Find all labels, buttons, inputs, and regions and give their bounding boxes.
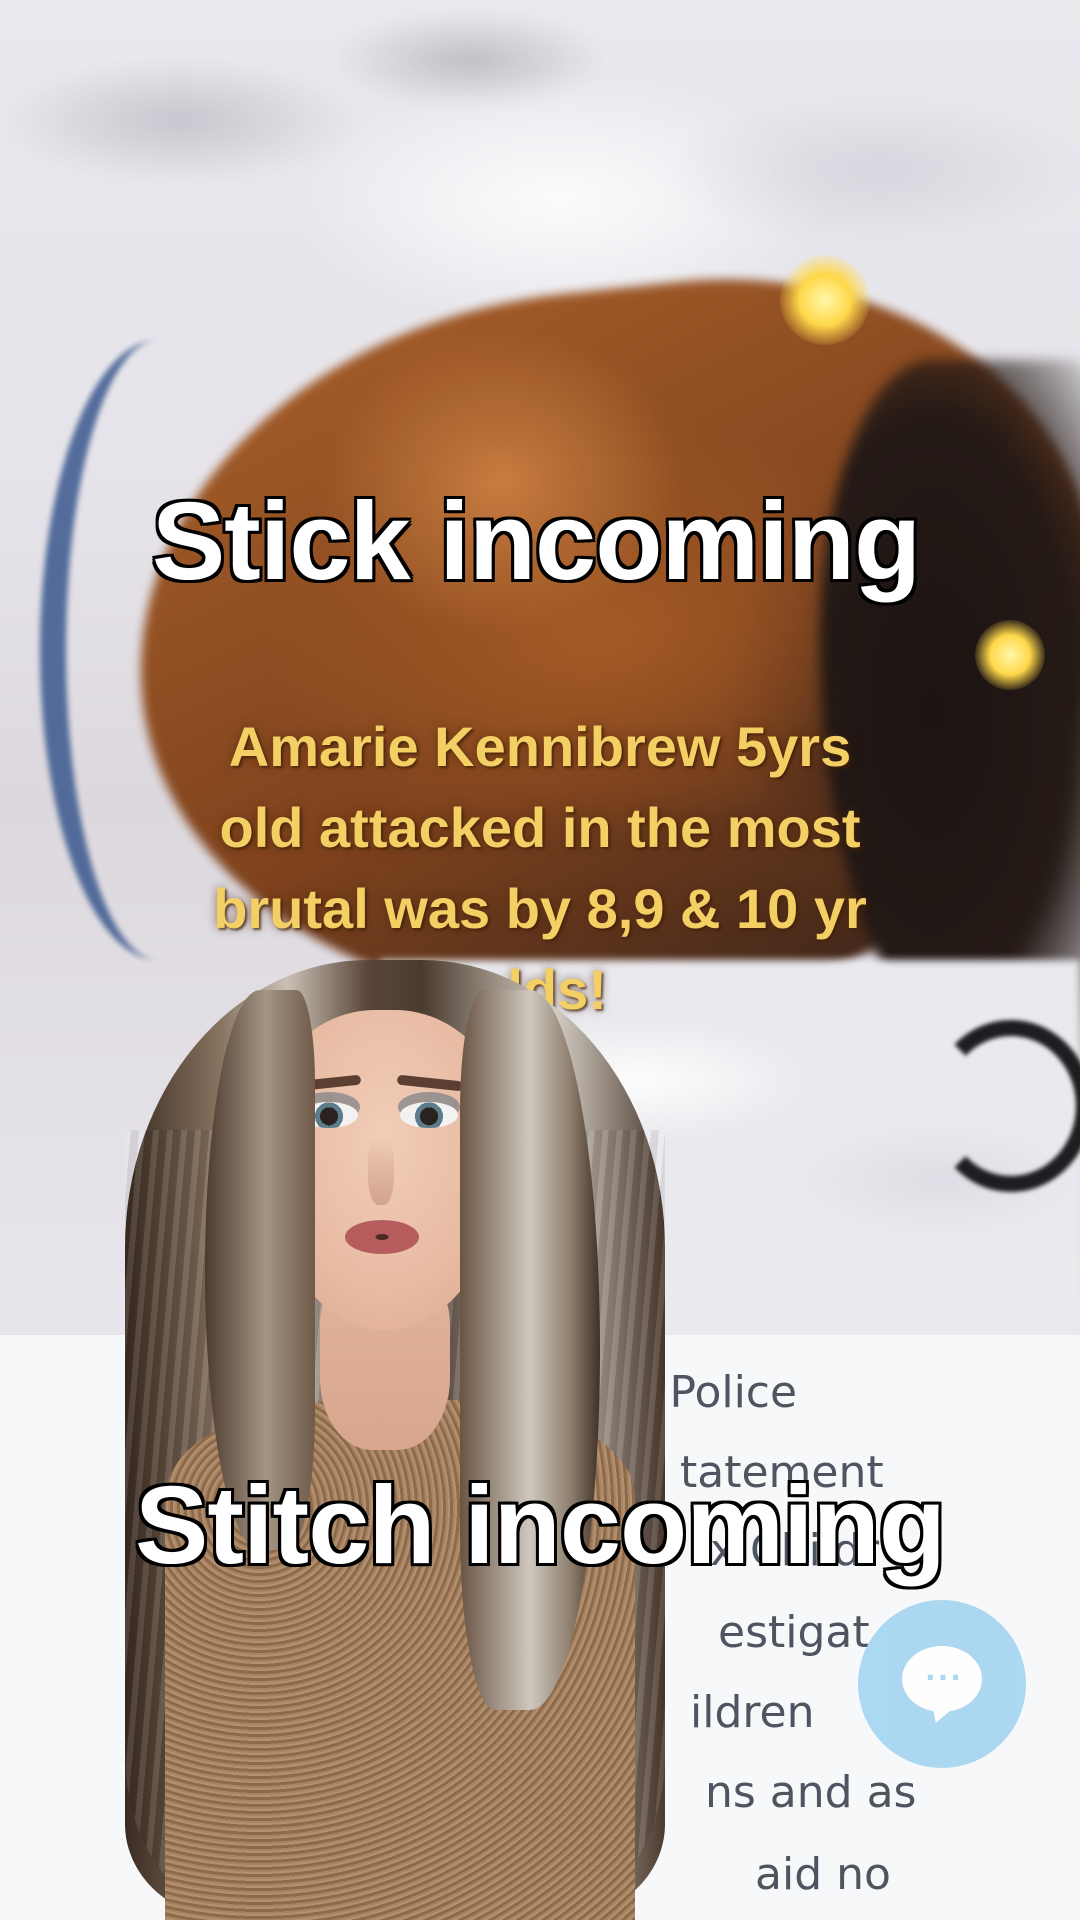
- chat-dots: ···: [925, 1661, 963, 1694]
- hospital-blanket: [0, 0, 1080, 300]
- presenter-eye: [400, 1102, 458, 1128]
- presenter-nose: [368, 1135, 394, 1205]
- light-flare: [780, 255, 870, 345]
- article-text-line: aid no: [755, 1849, 891, 1900]
- caption-bottom: Stitch incoming: [135, 1464, 946, 1587]
- stitch-video-screen: Amarie Kennibrew 5yrs old attacked in th…: [0, 0, 1080, 1920]
- light-flare: [975, 620, 1045, 690]
- presenter-video[interactable]: [55, 930, 745, 1920]
- medical-tube: [930, 1020, 1080, 1192]
- caption-top: Stick incoming: [151, 480, 921, 603]
- chat-button[interactable]: ···: [858, 1600, 1026, 1768]
- presenter-mouth: [345, 1220, 419, 1254]
- presenter-hair-front: [460, 990, 600, 1710]
- chat-bubble-tail: [925, 1695, 963, 1727]
